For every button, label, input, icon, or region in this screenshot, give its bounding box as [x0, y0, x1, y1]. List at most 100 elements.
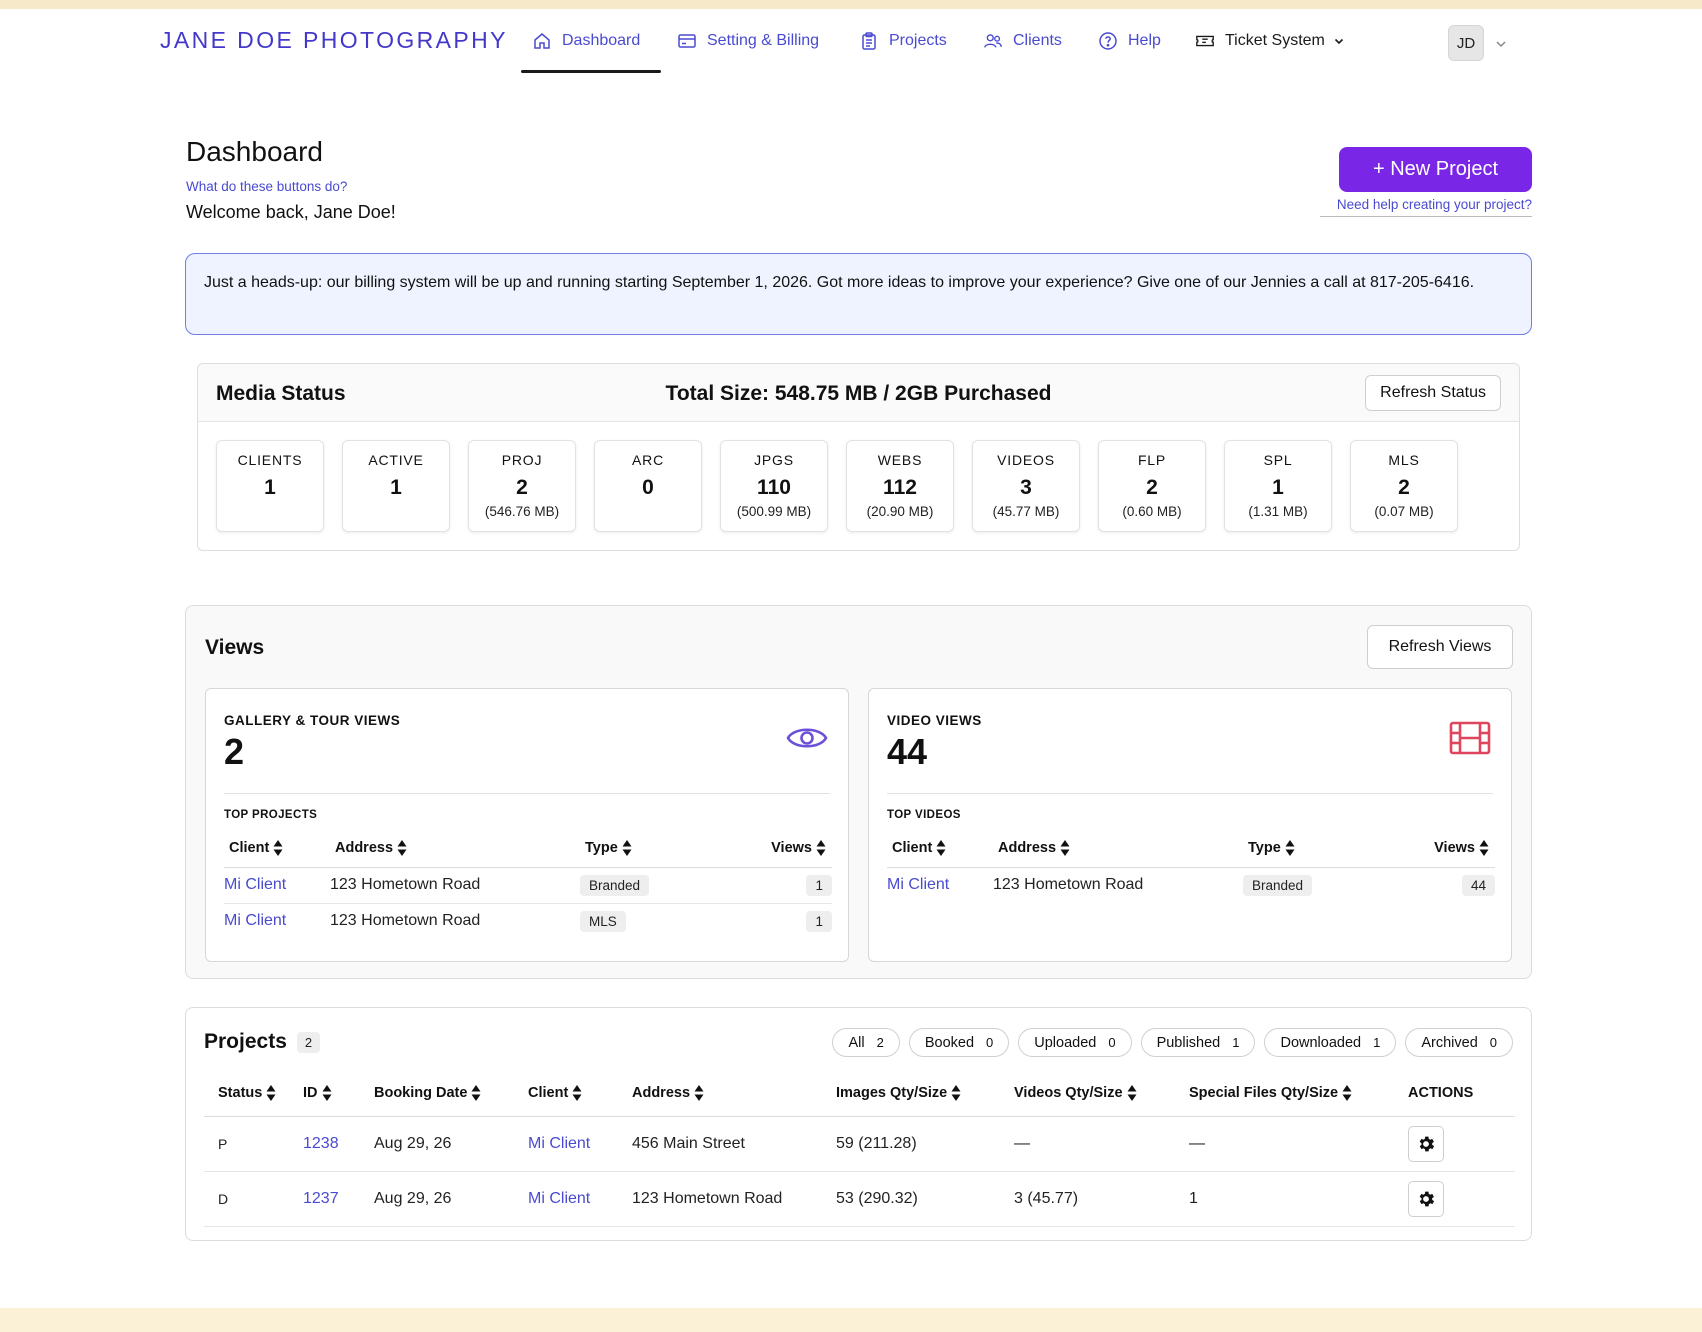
column-header-client[interactable]: Client [224, 829, 330, 868]
table-row: Mi Client 123 Hometown Road Branded 1 [224, 867, 832, 904]
column-header-client[interactable]: Client [528, 1070, 632, 1117]
column-header-address[interactable]: Address [993, 829, 1243, 868]
project-actions-button[interactable] [1408, 1180, 1444, 1217]
chevron-down-icon [1333, 35, 1345, 47]
stat-proj[interactable]: PROJ 2 (546.76 MB) [468, 440, 576, 532]
projects-title-text: Projects [204, 1030, 287, 1053]
column-header-type[interactable]: Type [580, 829, 730, 868]
stat-jpgs[interactable]: JPGS 110 (500.99 MB) [720, 440, 828, 532]
filter-uploaded[interactable]: Uploaded 0 [1018, 1028, 1132, 1057]
client-link[interactable]: Mi Client [224, 876, 286, 893]
projects-card: Projects 2 All 2 Booked 0 Uploaded 0 Publis… [185, 1007, 1532, 1241]
column-header-booking-date[interactable]: Booking Date [374, 1070, 528, 1117]
filter-published[interactable]: Published 1 [1140, 1028, 1256, 1057]
media-status-title: Media Status [216, 382, 346, 405]
sort-icon [273, 839, 283, 857]
client-link[interactable]: Mi Client [224, 912, 286, 929]
notice-text: Just a heads-up: our billing system will… [204, 274, 1475, 291]
ticket-icon [1195, 31, 1215, 51]
stat-label: VIDEOS [997, 452, 1055, 468]
stat-value: 1 [1272, 476, 1284, 499]
stat-label: PROJ [501, 452, 543, 468]
nav-help-label: Help [1128, 32, 1161, 49]
project-actions-button[interactable] [1408, 1125, 1444, 1162]
filter-downloaded[interactable]: Downloaded 1 [1264, 1028, 1397, 1057]
sort-icon [936, 839, 946, 857]
stat-label: SPL [1263, 452, 1293, 468]
new-project-help-link[interactable]: Need help creating your project? [1320, 197, 1532, 217]
sort-icon [397, 839, 407, 857]
column-header-views[interactable]: Views [1393, 829, 1495, 868]
booking-date-cell: Aug 29, 26 [374, 1116, 528, 1172]
filter-archived[interactable]: Archived 0 [1405, 1028, 1513, 1057]
views-title: Views [205, 636, 265, 659]
column-header-id[interactable]: ID [303, 1070, 374, 1117]
column-header-status[interactable]: Status [204, 1070, 303, 1117]
sort-icon [951, 1084, 961, 1102]
nav-clients[interactable]: Clients [983, 29, 1062, 53]
top-videos-label: TOP VIDEOS [887, 809, 961, 821]
user-avatar[interactable]: JD [1448, 25, 1484, 61]
client-link[interactable]: Mi Client [528, 1190, 590, 1207]
stat-label: ACTIVE [368, 452, 424, 468]
account-chevron-down-icon[interactable] [1494, 37, 1508, 51]
gear-icon [1416, 1134, 1436, 1154]
buttons-help-link[interactable]: What do these buttons do? [186, 179, 347, 194]
table-row: Mi Client 123 Hometown Road Branded 44 [887, 867, 1495, 903]
views-badge: 1 [806, 874, 832, 896]
sort-icon [816, 839, 826, 857]
stat-spl[interactable]: SPL 1 (1.31 MB) [1224, 440, 1332, 532]
gallery-views-label: GALLERY & TOUR VIEWS [224, 713, 401, 728]
stat-value: 2 [1146, 476, 1158, 499]
stat-value: 3 [1020, 476, 1032, 499]
status-cell: P [204, 1116, 303, 1172]
gallery-views-count: 2 [224, 731, 245, 772]
video-views-panel: VIDEO VIEWS 44 TOP VIDEOS Client Address… [868, 688, 1512, 962]
client-link[interactable]: Mi Client [528, 1135, 590, 1152]
nav-setting-billing-label: Setting & Billing [707, 32, 820, 49]
nav-ticket-system[interactable]: Ticket System [1195, 29, 1345, 53]
client-link[interactable]: Mi Client [887, 876, 949, 893]
new-project-button[interactable]: + New Project [1339, 147, 1532, 192]
nav-dashboard[interactable]: Dashboard [532, 29, 640, 53]
nav-help[interactable]: Help [1098, 29, 1161, 53]
type-badge: Branded [580, 874, 650, 896]
column-header-views[interactable]: Views [730, 829, 832, 868]
filter-all[interactable]: All 2 [832, 1028, 900, 1057]
refresh-status-button[interactable]: Refresh Status [1365, 375, 1501, 411]
nav-setting-billing[interactable]: Setting & Billing [677, 29, 819, 53]
brand-logo[interactable]: JANE DOE PHOTOGRAPHY [160, 27, 508, 54]
welcome-message: Welcome back, Jane Doe! [186, 202, 396, 222]
stat-flp[interactable]: FLP 2 (0.60 MB) [1098, 440, 1206, 532]
media-status-header: Media Status Total Size: 548.75 MB / 2GB… [198, 364, 1519, 422]
refresh-views-button[interactable]: Refresh Views [1367, 625, 1513, 669]
sort-icon [471, 1084, 481, 1102]
stat-webs[interactable]: WEBS 112 (20.90 MB) [846, 440, 954, 532]
media-total-size: Total Size: 548.75 MB / 2GB Purchased [665, 382, 1052, 405]
column-header-client[interactable]: Client [887, 829, 993, 868]
stat-active[interactable]: ACTIVE 1 [342, 440, 450, 532]
stat-size: (20.90 MB) [866, 504, 934, 519]
top-projects-table: Client Address Type Views Mi Client 123 … [224, 829, 832, 939]
column-header-images[interactable]: Images Qty/Size [836, 1070, 1014, 1117]
column-header-type[interactable]: Type [1243, 829, 1393, 868]
column-header-special-files[interactable]: Special Files Qty/Size [1189, 1070, 1408, 1117]
column-header-videos[interactable]: Videos Qty/Size [1014, 1070, 1189, 1117]
home-icon [532, 31, 552, 51]
sort-icon [1479, 839, 1489, 857]
column-header-address[interactable]: Address [632, 1070, 836, 1117]
sort-icon [322, 1084, 332, 1102]
stat-arc[interactable]: ARC 0 [594, 440, 702, 532]
filter-booked[interactable]: Booked 0 [908, 1028, 1010, 1057]
video-views-label: VIDEO VIEWS [887, 713, 982, 728]
project-id-link[interactable]: 1238 [303, 1135, 339, 1152]
column-header-address[interactable]: Address [330, 829, 580, 868]
special-files-cell: 1 [1189, 1171, 1408, 1227]
stat-label: CLIENTS [237, 452, 303, 468]
stat-mls[interactable]: MLS 2 (0.07 MB) [1350, 440, 1458, 532]
stat-clients[interactable]: CLIENTS 1 [216, 440, 324, 532]
project-id-link[interactable]: 1237 [303, 1190, 339, 1207]
nav-projects[interactable]: Projects [859, 29, 947, 53]
projects-count-badge: 2 [296, 1031, 321, 1053]
stat-videos[interactable]: VIDEOS 3 (45.77 MB) [972, 440, 1080, 532]
